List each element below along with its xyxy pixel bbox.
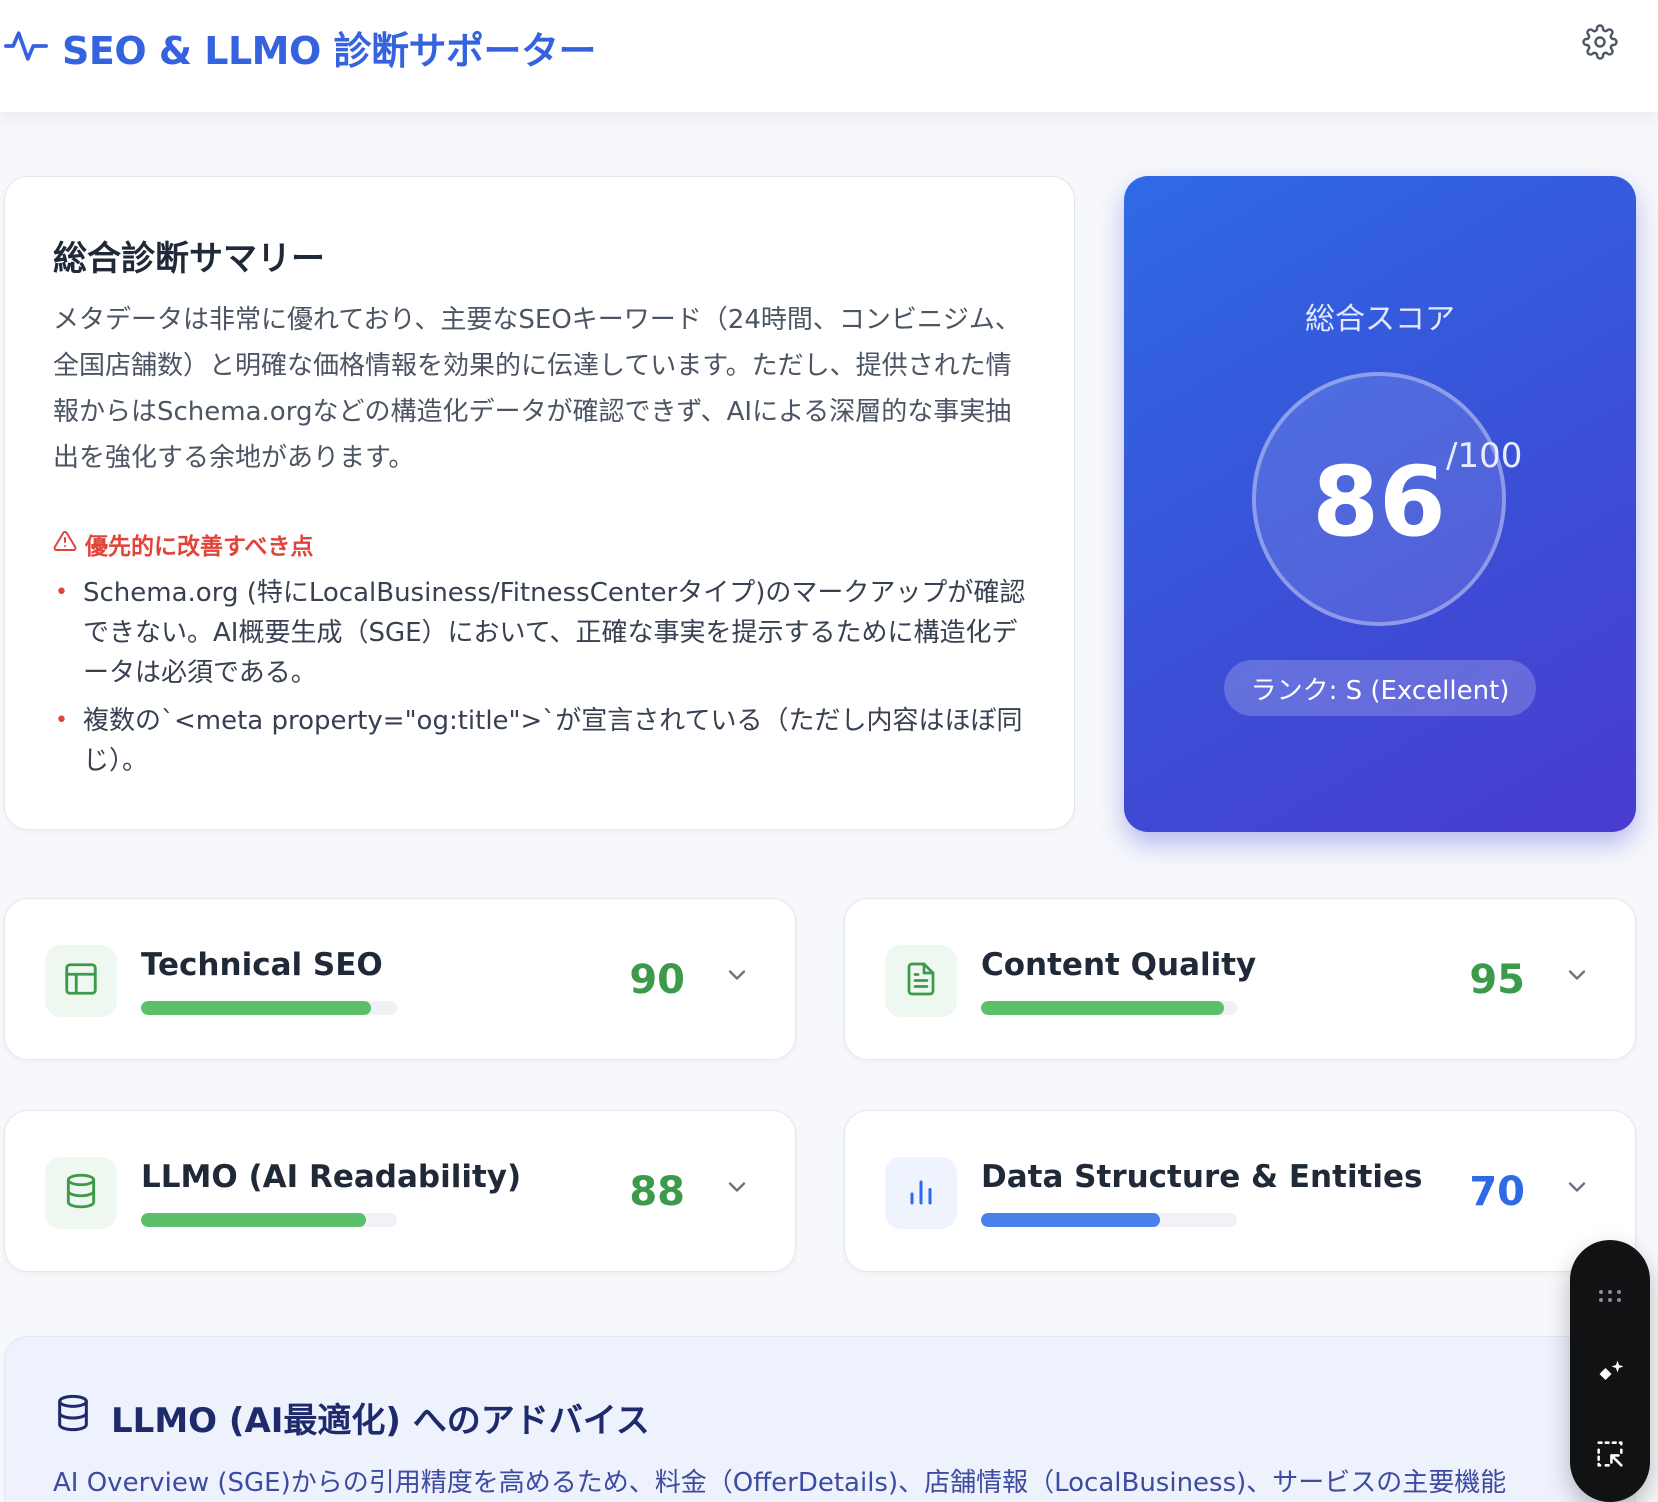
metric-score: 90 — [629, 957, 685, 1003]
activity-pulse-icon — [4, 24, 48, 72]
app-title: SEO & LLMO 診断サポーター — [62, 29, 597, 73]
brand: SEO & LLMO 診断サポーター — [4, 20, 597, 75]
select-cursor-icon — [1593, 1437, 1627, 1475]
metric-card-data-structure[interactable]: Data Structure & Entities 70 — [844, 1110, 1636, 1272]
rank-badge: ランク: S (Excellent) — [1224, 660, 1536, 716]
priority-heading: 優先的に改善すべき点 — [53, 527, 313, 561]
expand-toggle[interactable] — [721, 961, 753, 993]
gear-icon — [1582, 24, 1618, 64]
metric-icon-box — [45, 1157, 117, 1229]
overall-score-card: 総合スコア 86 /100 ランク: S (Excellent) — [1124, 176, 1636, 832]
metric-title: Content Quality — [981, 947, 1257, 983]
metric-progress-fill — [981, 1213, 1161, 1227]
metric-card-llmo[interactable]: LLMO (AI Readability) 88 — [4, 1110, 796, 1272]
layout-icon — [62, 960, 100, 1002]
metric-title: LLMO (AI Readability) — [141, 1159, 522, 1195]
metric-card-content-quality[interactable]: Content Quality 95 — [844, 898, 1636, 1060]
database-icon — [53, 1393, 93, 1442]
bar-chart-icon — [903, 1173, 939, 1213]
expand-toggle[interactable] — [1561, 961, 1593, 993]
metric-progress-track — [981, 1001, 1237, 1015]
metric-card-technical-seo[interactable]: Technical SEO 90 — [4, 898, 796, 1060]
ai-assist-button[interactable] — [1586, 1352, 1634, 1400]
chevron-down-icon — [723, 1173, 751, 1205]
advice-text: AI Overview (SGE)からの引用精度を高めるため、料金（OfferD… — [53, 1468, 1507, 1498]
sparkle-icon — [1592, 1356, 1628, 1396]
metric-title: Technical SEO — [141, 947, 383, 983]
select-element-button[interactable] — [1586, 1432, 1634, 1480]
drag-handle[interactable] — [1586, 1274, 1634, 1322]
llmo-advice-card: LLMO (AI最適化) へのアドバイス AI Overview (SGE)から… — [4, 1336, 1636, 1502]
metric-icon-box — [45, 945, 117, 1017]
chevron-down-icon — [723, 961, 751, 993]
metric-icon-box — [885, 945, 957, 1017]
summary-card: 総合診断サマリー メタデータは非常に優れており、主要なSEOキーワード（24時間… — [4, 176, 1075, 830]
chevron-down-icon — [1563, 1173, 1591, 1205]
metric-icon-box — [885, 1157, 957, 1229]
summary-text: メタデータは非常に優れており、主要なSEOキーワード（24時間、コンビニジム、全… — [53, 305, 1021, 473]
priority-item: 複数の`<meta property="og:title">`が宣言されている（… — [53, 701, 1033, 781]
database-icon — [62, 1172, 100, 1214]
metric-progress-fill — [141, 1213, 367, 1227]
metric-title: Data Structure & Entities — [981, 1159, 1423, 1195]
score-max: /100 — [1446, 436, 1523, 476]
metric-progress-track — [141, 1213, 397, 1227]
metric-progress-fill — [981, 1001, 1225, 1015]
priority-list: Schema.org (特にLocalBusiness/FitnessCente… — [53, 573, 1033, 789]
drag-handle-icon — [1597, 1288, 1623, 1308]
document-icon — [903, 961, 939, 1001]
metric-progress-track — [141, 1001, 397, 1015]
chevron-down-icon — [1563, 961, 1591, 993]
expand-toggle[interactable] — [1561, 1173, 1593, 1205]
floating-toolbar — [1570, 1240, 1650, 1502]
metric-progress-track — [981, 1213, 1237, 1227]
metric-score: 95 — [1469, 957, 1525, 1003]
warning-icon — [53, 529, 77, 559]
settings-button[interactable] — [1580, 24, 1620, 64]
score-label: 総合スコア — [1305, 302, 1455, 337]
metric-score: 88 — [629, 1169, 685, 1215]
advice-title: LLMO (AI最適化) へのアドバイス — [111, 1401, 650, 1441]
expand-toggle[interactable] — [721, 1173, 753, 1205]
priority-heading-label: 優先的に改善すべき点 — [85, 534, 314, 560]
app-header: SEO & LLMO 診断サポーター — [0, 0, 1658, 112]
advice-heading: LLMO (AI最適化) へのアドバイス — [53, 1393, 650, 1442]
priority-item: Schema.org (特にLocalBusiness/FitnessCente… — [53, 573, 1033, 693]
metric-progress-fill — [141, 1001, 372, 1015]
summary-title: 総合診断サマリー — [53, 239, 325, 279]
metric-score: 70 — [1469, 1169, 1525, 1215]
score-ring: 86 /100 — [1252, 372, 1522, 626]
